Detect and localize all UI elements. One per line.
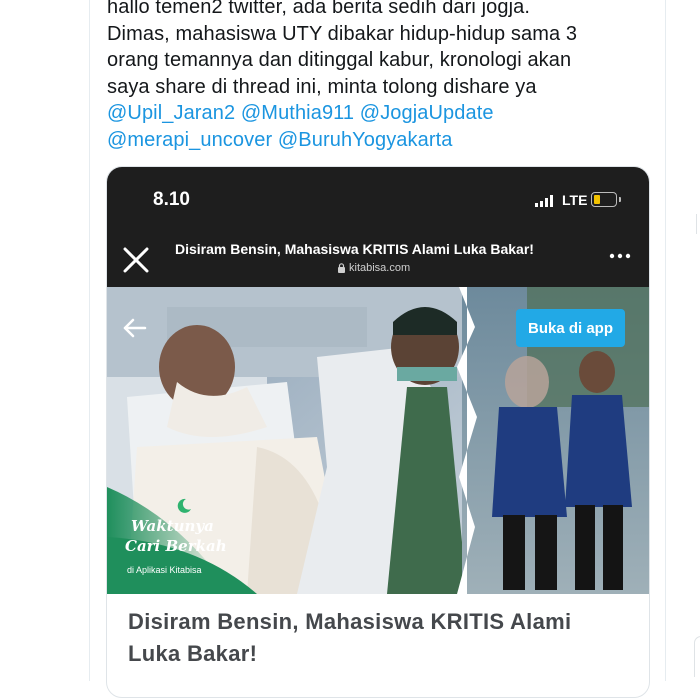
sidebar-widget-edge	[696, 214, 700, 234]
network-label: LTE	[562, 192, 588, 208]
mention-link[interactable]: @BuruhYogyakarta	[278, 129, 453, 151]
back-arrow-icon[interactable]	[121, 317, 149, 339]
domain-text: kitabisa.com	[349, 262, 411, 274]
open-in-app-button[interactable]: Buka di app	[516, 309, 626, 347]
lock-icon	[338, 263, 345, 273]
status-time: 8.10	[153, 189, 190, 210]
link-preview-card[interactable]: 8.10 LTE Disiram Bensin, Mahasiswa KRITI…	[106, 166, 650, 698]
card-title-line: Luka Bakar!	[128, 641, 258, 666]
promo-line: Cari Berkah	[125, 537, 227, 555]
mentions-line: @merapi_uncover @BuruhYogyakarta	[107, 127, 662, 154]
tweet-line: hallo temen2 twitter, ada berita sedih d…	[107, 0, 531, 18]
timeline-border	[89, 0, 90, 681]
browser-toolbar: Disiram Bensin, Mahasiswa KRITIS Alami L…	[107, 231, 649, 287]
promo-caption: di Aplikasi Kitabisa	[127, 565, 202, 575]
mention-link[interactable]: @merapi_uncover	[107, 129, 272, 151]
card-title-line: Disiram Bensin, Mahasiswa KRITIS Alami	[128, 609, 572, 634]
phone-status-bar: 8.10 LTE	[107, 167, 649, 231]
tweet-line: orang temannya dan ditinggal kabur, kron…	[107, 49, 572, 71]
tweet-line: Dimas, mahasiswa UTY dibakar hidup-hidup…	[107, 22, 578, 45]
browser-page-title: Disiram Bensin, Mahasiswa KRITIS Alami L…	[175, 241, 534, 257]
mention-link[interactable]: @Upil_Jaran2	[107, 102, 235, 124]
article-hero-image: Buka di app Waktunya Cari Berkah di Apli…	[107, 287, 649, 594]
right-sidebar-edge	[665, 0, 700, 681]
crescent-icon	[177, 498, 191, 513]
mention-link[interactable]: @JogjaUpdate	[360, 102, 494, 124]
close-icon[interactable]	[121, 245, 151, 275]
promo-line: Waktunya	[131, 517, 214, 535]
sidebar-widget-edge	[694, 636, 700, 677]
battery-fill	[594, 195, 600, 204]
signal-icon	[535, 195, 553, 207]
battery-icon	[591, 192, 621, 207]
card-title[interactable]: Disiram Bensin, Mahasiswa KRITIS Alami L…	[128, 606, 628, 670]
browser-domain: kitabisa.com	[337, 262, 410, 274]
more-dots-icon[interactable]	[607, 243, 633, 269]
tweet-line: saya share di thread ini, minta tolong d…	[107, 75, 537, 98]
mention-link[interactable]: @Muthia911	[241, 102, 354, 124]
tweet-text: hallo temen2 twitter, ada berita sedih d…	[107, 0, 662, 153]
mentions-line: @Upil_Jaran2 @Muthia911 @JogjaUpdate	[107, 100, 662, 127]
